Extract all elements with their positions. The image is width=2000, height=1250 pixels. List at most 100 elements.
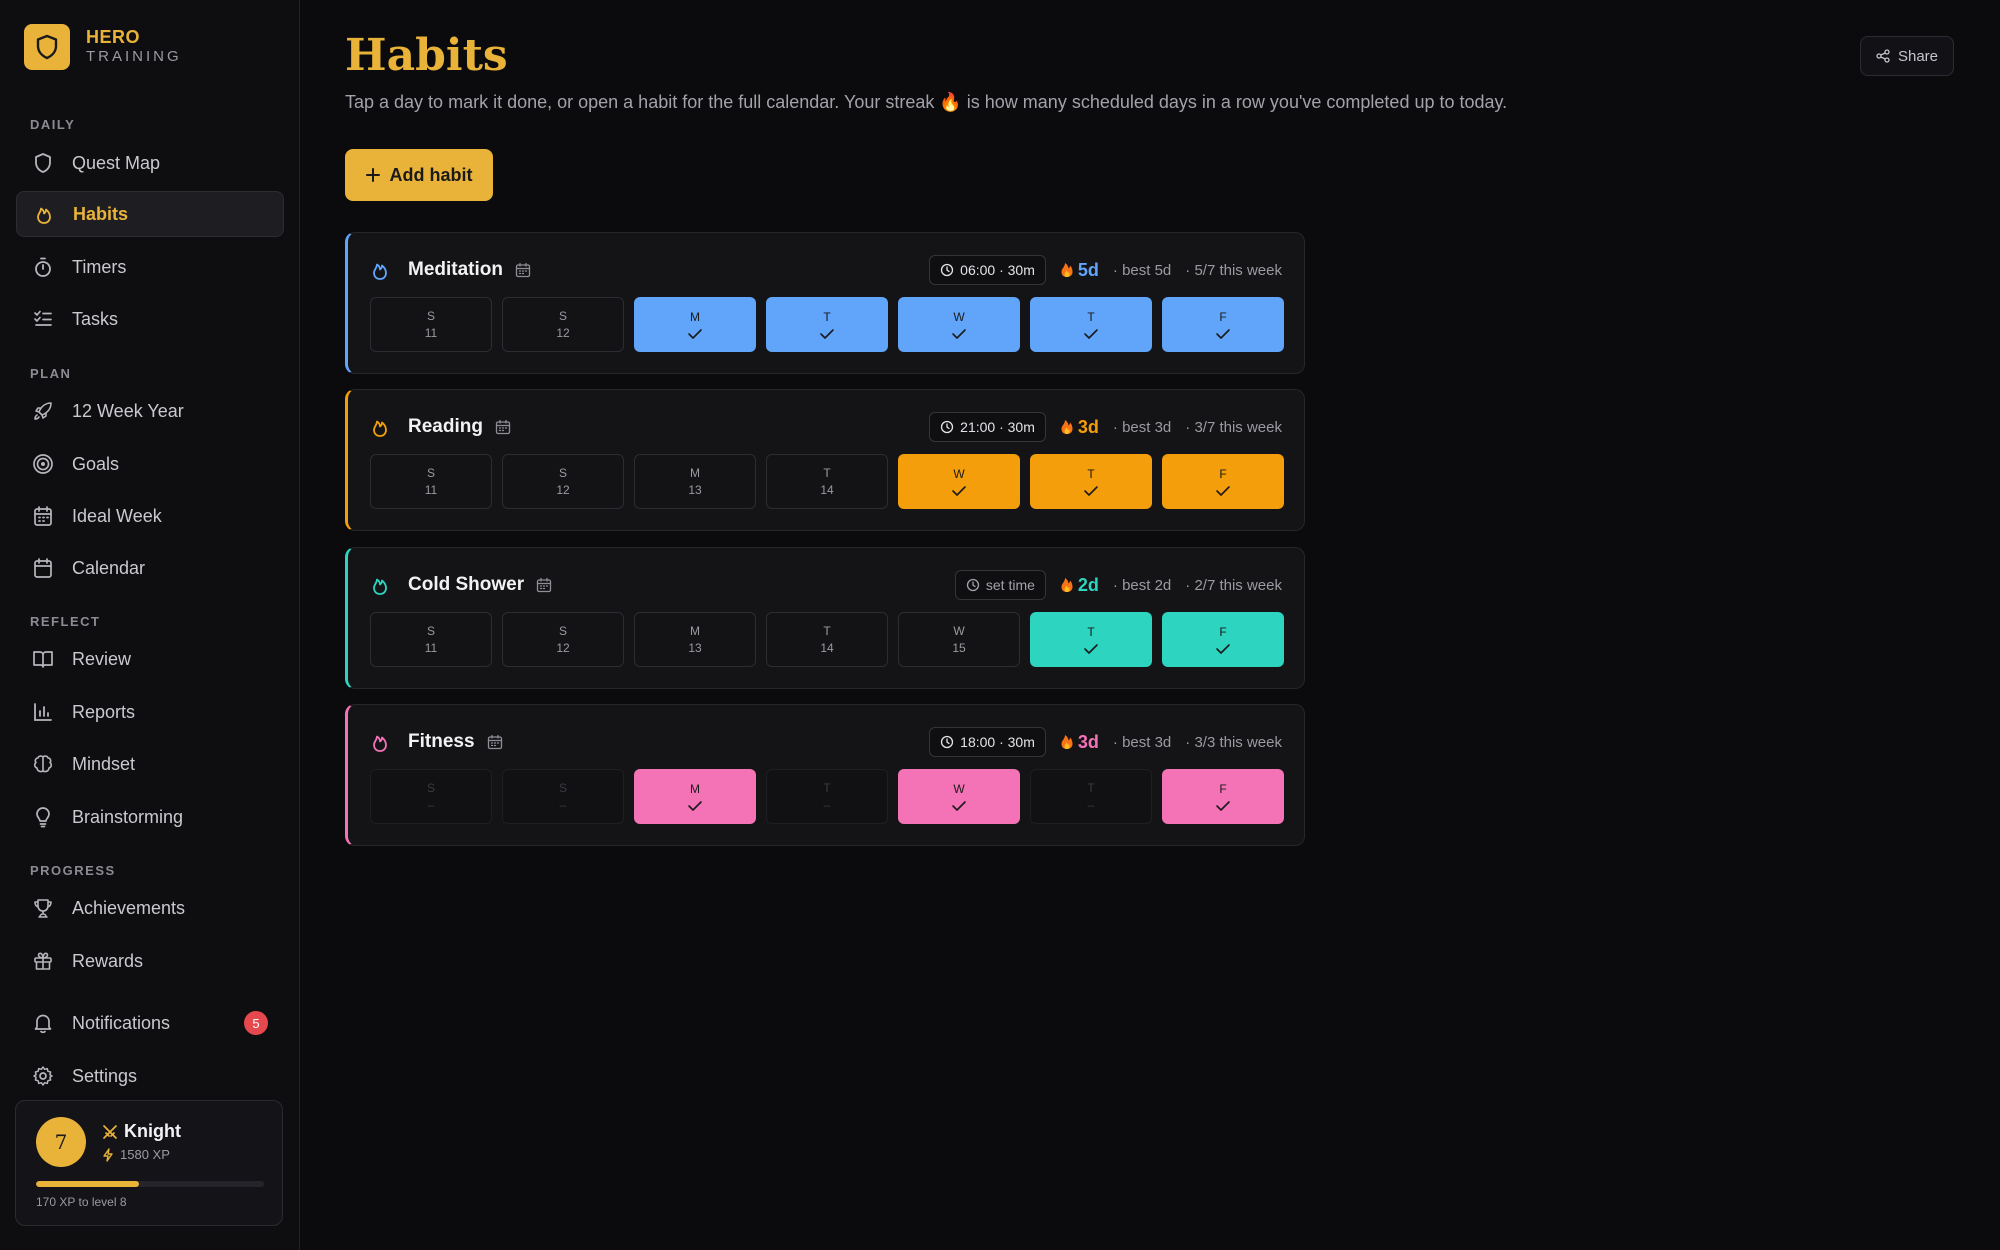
day-letter: F <box>1219 625 1227 639</box>
habit-card[interactable]: Reading 21:00 · 30m 3d · best 3d · 3/7 this … <box>345 389 1305 531</box>
day-letter: T <box>1087 467 1095 481</box>
day-letter: F <box>1219 310 1227 324</box>
day-toggle[interactable]: S 12 <box>502 454 624 509</box>
day-toggle[interactable]: T <box>1030 612 1152 667</box>
sidebar-item-reports[interactable]: Reports <box>16 689 284 735</box>
time-chip[interactable]: 06:00 · 30m <box>929 255 1046 285</box>
gift-icon <box>32 950 54 972</box>
sidebar-item-brainstorming[interactable]: Brainstorming <box>16 794 284 840</box>
sidebar-item-habits[interactable]: Habits <box>16 191 284 237</box>
profile-card[interactable]: 7 Knight 1580 XP 170 XP to level 8 <box>15 1100 283 1226</box>
habit-name[interactable]: Fitness <box>408 731 503 753</box>
day-date: 11 <box>424 640 438 655</box>
sidebar-item-ideal-week[interactable]: Ideal Week <box>16 493 284 539</box>
sidebar-item-mindset[interactable]: Mindset <box>16 741 284 787</box>
day-letter: T <box>1087 780 1095 795</box>
target-icon <box>32 453 54 475</box>
time-chip[interactable]: 21:00 · 30m <box>929 412 1046 442</box>
time-chip[interactable]: set time <box>954 570 1046 600</box>
best-streak: · best 3d <box>1112 733 1172 751</box>
day-toggle[interactable]: F <box>1162 769 1284 824</box>
day-toggle[interactable]: S 11 <box>370 612 492 667</box>
share-icon <box>1876 49 1890 63</box>
day-letter: T <box>823 780 831 795</box>
day-date: 14 <box>820 482 834 497</box>
day-toggle[interactable]: F <box>1162 454 1284 509</box>
add-habit-label: Add habit <box>389 164 473 185</box>
day-toggle[interactable]: S 11 <box>370 297 492 352</box>
day-toggle[interactable]: S 11 <box>370 454 492 509</box>
habit-card[interactable]: Fitness 18:00 · 30m 3d · best 3d · 3/3 this … <box>345 704 1305 846</box>
day-toggle[interactable]: F <box>1162 612 1284 667</box>
check-icon <box>1215 328 1231 340</box>
day-toggle[interactable]: W <box>898 297 1020 352</box>
share-button[interactable]: Share <box>1860 36 1954 76</box>
habit-name-label: Fitness <box>408 731 475 752</box>
sidebar-item-label: Quest Map <box>72 152 161 173</box>
day-toggle[interactable]: M <box>634 297 756 352</box>
day-date: 13 <box>688 482 702 497</box>
add-habit-button[interactable]: Add habit <box>345 149 493 201</box>
check-icon <box>951 328 967 340</box>
day-letter: S <box>558 623 567 638</box>
streak-value: 2d <box>1077 574 1099 595</box>
check-icon <box>951 485 967 497</box>
sidebar-item-12-week-year[interactable]: 12 Week Year <box>16 388 284 434</box>
calendar-grid-icon <box>32 505 54 527</box>
sidebar-item-label: Rewards <box>72 950 144 971</box>
plus-icon <box>365 168 380 182</box>
habit-card[interactable]: Cold Shower set time 2d · best 2d · 2/7 this… <box>345 547 1305 689</box>
sidebar-item-achievements[interactable]: Achievements <box>16 885 284 931</box>
day-toggle[interactable]: T 14 <box>766 454 888 509</box>
day-toggle[interactable]: F <box>1162 297 1284 352</box>
sidebar-item-rewards[interactable]: Rewards <box>16 938 284 984</box>
day-toggle[interactable]: T <box>1030 454 1152 509</box>
day-toggle[interactable]: T <box>1030 297 1152 352</box>
check-icon <box>1083 643 1099 655</box>
time-chip[interactable]: 18:00 · 30m <box>929 727 1046 757</box>
calendar-icon[interactable] <box>536 577 552 593</box>
sidebar-item-tasks[interactable]: Tasks <box>16 296 284 342</box>
day-toggle[interactable]: S 12 <box>502 297 624 352</box>
sidebar-item-quest-map[interactable]: Quest Map <box>16 140 284 186</box>
sidebar-item-goals[interactable]: Goals <box>16 441 284 487</box>
day-toggle[interactable]: M 13 <box>634 454 756 509</box>
level-badge: 7 <box>36 1117 86 1167</box>
book-open-icon <box>32 648 54 670</box>
check-icon <box>687 328 703 340</box>
notification-count-badge: 5 <box>244 1011 268 1035</box>
xp-total: 1580 XP <box>102 1147 170 1162</box>
sidebar-item-notifications[interactable]: Notifications 5 <box>16 1000 284 1046</box>
habit-card[interactable]: Meditation 06:00 · 30m 5d · best 5d · 5/7 th… <box>345 232 1305 374</box>
fire-icon <box>1060 734 1074 750</box>
rank-title: Knight <box>102 1121 181 1142</box>
sidebar-item-label: Mindset <box>72 753 136 774</box>
week-progress: · 3/3 this week <box>1185 733 1282 751</box>
day-toggle[interactable]: T 14 <box>766 612 888 667</box>
day-letter: S <box>558 308 567 323</box>
checklist-icon <box>32 308 54 330</box>
habit-name[interactable]: Reading <box>408 416 511 438</box>
calendar-icon[interactable] <box>487 734 503 750</box>
day-toggle[interactable]: M <box>634 769 756 824</box>
day-letter: T <box>1087 625 1095 639</box>
week-progress: · 2/7 this week <box>1185 576 1282 594</box>
streak-counter: 3d <box>1060 417 1099 438</box>
day-toggle[interactable]: W 15 <box>898 612 1020 667</box>
day-toggle[interactable]: T <box>766 297 888 352</box>
day-toggle[interactable]: S 12 <box>502 612 624 667</box>
sidebar-item-timers[interactable]: Timers <box>16 244 284 290</box>
day-toggle[interactable]: M 13 <box>634 612 756 667</box>
sidebar-item-calendar[interactable]: Calendar <box>16 545 284 591</box>
day-letter: T <box>823 310 831 324</box>
brand[interactable]: HERO TRAINING <box>24 24 182 70</box>
calendar-icon[interactable] <box>495 419 511 435</box>
day-toggle[interactable]: W <box>898 769 1020 824</box>
sidebar-item-settings[interactable]: Settings <box>16 1053 284 1099</box>
day-toggle[interactable]: W <box>898 454 1020 509</box>
habit-name[interactable]: Meditation <box>408 259 531 281</box>
day-date: 12 <box>556 325 570 340</box>
sidebar-item-review[interactable]: Review <box>16 636 284 682</box>
calendar-icon[interactable] <box>515 262 531 278</box>
habit-name[interactable]: Cold Shower <box>408 574 552 596</box>
